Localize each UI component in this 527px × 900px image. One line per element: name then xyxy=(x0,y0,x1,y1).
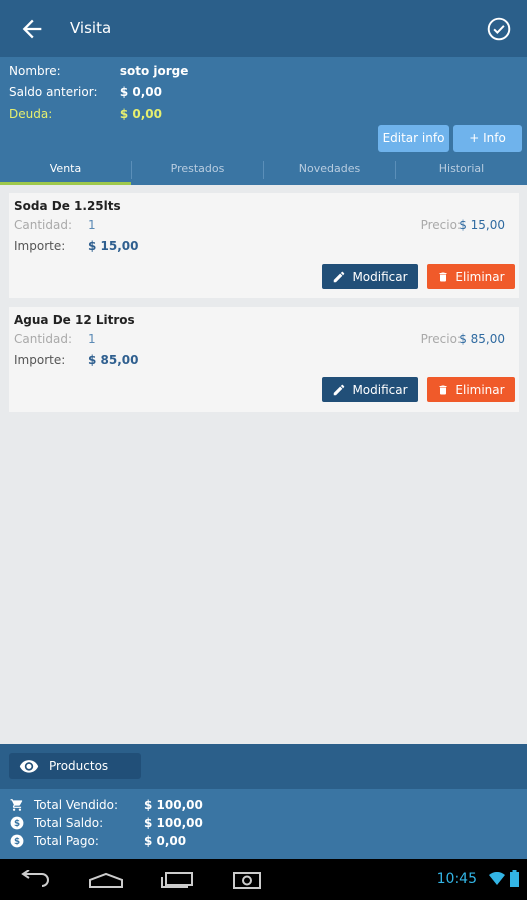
client-name-value: soto jorge xyxy=(119,64,189,78)
amount-value: $ 15,00 xyxy=(88,239,139,253)
tab-prestados[interactable]: Prestados xyxy=(132,155,263,185)
list-item: Agua De 12 Litros Cantidad: 1 Precio: $ … xyxy=(9,307,519,412)
wifi-icon xyxy=(489,872,505,885)
nav-screenshot-icon[interactable] xyxy=(232,870,262,890)
delete-button-label: Eliminar xyxy=(455,269,505,284)
cart-icon xyxy=(10,799,23,811)
saldo-anterior-label: Saldo anterior: xyxy=(9,85,98,99)
modify-button[interactable]: Modificar xyxy=(322,377,418,402)
total-vendido-label: Total Vendido: xyxy=(34,798,119,812)
arrow-left-icon[interactable] xyxy=(18,15,46,43)
delete-button[interactable]: Eliminar xyxy=(427,377,515,402)
dollar-icon: $ xyxy=(10,834,24,848)
tab-venta[interactable]: Venta xyxy=(0,155,131,185)
delete-button-label: Eliminar xyxy=(455,382,505,397)
deuda-value: $ 0,00 xyxy=(119,107,162,121)
tab-novedades[interactable]: Novedades xyxy=(264,155,395,185)
amount-label: Importe: xyxy=(14,239,66,253)
trash-icon xyxy=(439,385,447,394)
total-vendido-row: Total Vendido: $ 100,00 xyxy=(10,798,203,812)
quantity-label: Cantidad: xyxy=(14,332,73,346)
pencil-icon xyxy=(334,271,345,282)
eye-icon xyxy=(19,760,39,773)
dollar-icon: $ xyxy=(10,816,24,830)
list-item: Soda De 1.25lts Cantidad: 1 Precio: $ 15… xyxy=(9,193,519,298)
totals-panel: Total Vendido: $ 100,00 $ Total Saldo: $… xyxy=(0,789,527,859)
total-pago-row: $ Total Pago: $ 0,00 xyxy=(10,834,186,848)
nav-back-icon[interactable] xyxy=(20,870,52,890)
quantity-value: 1 xyxy=(88,332,96,346)
nav-home-icon[interactable] xyxy=(88,872,124,888)
saldo-anterior-value: $ 0,00 xyxy=(119,85,162,99)
delete-button[interactable]: Eliminar xyxy=(427,264,515,289)
modify-button-label: Modificar xyxy=(352,269,408,284)
app-bar: Visita xyxy=(0,0,527,57)
price-label: Precio: xyxy=(420,332,461,346)
total-saldo-label: Total Saldo: xyxy=(34,816,104,830)
svg-text:$: $ xyxy=(14,837,20,847)
deuda-row: Deuda: $ 0,00 xyxy=(9,107,162,121)
check-circle-icon[interactable] xyxy=(486,16,512,42)
total-saldo-value: $ 100,00 xyxy=(144,816,203,830)
nav-recents-icon[interactable] xyxy=(160,871,194,889)
total-pago-label: Total Pago: xyxy=(34,834,99,848)
svg-text:$: $ xyxy=(14,819,20,829)
total-pago-value: $ 0,00 xyxy=(144,834,187,848)
add-info-button[interactable]: + Info xyxy=(453,125,522,152)
amount-value: $ 85,00 xyxy=(88,353,139,367)
item-name: Agua De 12 Litros xyxy=(14,313,135,327)
battery-icon xyxy=(510,870,519,887)
system-nav-bar: 10:45 xyxy=(0,859,527,900)
total-vendido-value: $ 100,00 xyxy=(144,798,203,812)
modify-button[interactable]: Modificar xyxy=(322,264,418,289)
total-saldo-row: $ Total Saldo: $ 100,00 xyxy=(10,816,203,830)
modify-button-label: Modificar xyxy=(352,382,408,397)
quantity-label: Cantidad: xyxy=(14,218,73,232)
item-name: Soda De 1.25lts xyxy=(14,199,121,213)
status-clock: 10:45 xyxy=(436,871,477,887)
tab-bar: Venta Prestados Novedades Historial xyxy=(0,155,527,185)
page-title: Visita xyxy=(70,19,112,37)
client-name-row: Nombre: soto jorge xyxy=(9,64,188,78)
saldo-anterior-row: Saldo anterior: $ 0,00 xyxy=(9,85,162,99)
pencil-icon xyxy=(334,384,345,395)
price-value: $ 15,00 xyxy=(459,218,505,232)
quantity-value: 1 xyxy=(88,218,96,232)
price-label: Precio: xyxy=(420,218,461,232)
price-value: $ 85,00 xyxy=(459,332,505,346)
tab-historial[interactable]: Historial xyxy=(396,155,527,185)
edit-info-button[interactable]: Editar info xyxy=(378,125,449,152)
amount-label: Importe: xyxy=(14,353,66,367)
client-name-label: Nombre: xyxy=(9,64,61,78)
trash-icon xyxy=(439,272,447,281)
products-button[interactable]: Productos xyxy=(9,753,141,779)
products-button-label: Productos xyxy=(49,759,109,773)
products-bar: Productos xyxy=(0,744,527,789)
deuda-label: Deuda: xyxy=(9,107,53,121)
